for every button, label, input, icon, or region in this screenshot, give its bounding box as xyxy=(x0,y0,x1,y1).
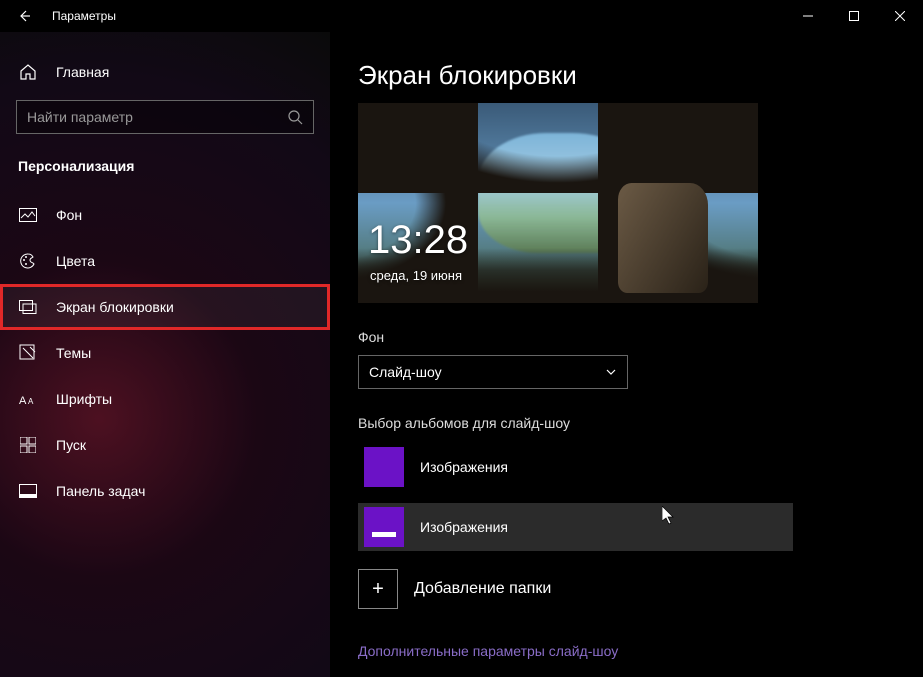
search-icon xyxy=(287,109,303,125)
background-label: Фон xyxy=(358,329,923,345)
sidebar-item-lockscreen[interactable]: Экран блокировки xyxy=(0,284,330,330)
sidebar-item-fonts[interactable]: AA Шрифты xyxy=(0,376,330,422)
back-button[interactable] xyxy=(0,0,48,32)
lockscreen-preview: 13:28 среда, 19 июня xyxy=(358,103,758,303)
album-name: Изображения xyxy=(420,519,508,535)
add-folder-button[interactable]: + Добавление папки xyxy=(358,565,923,613)
search-box[interactable] xyxy=(16,100,314,134)
titlebar: Параметры xyxy=(0,0,923,32)
preview-time: 13:28 xyxy=(368,218,468,263)
sidebar-item-label: Темы xyxy=(56,345,91,361)
sidebar-item-label: Шрифты xyxy=(56,391,112,407)
main-panel: Экран блокировки 13:28 среда, 19 июня Фо… xyxy=(330,32,923,677)
home-icon xyxy=(18,63,38,81)
window-title: Параметры xyxy=(52,9,116,23)
minimize-button[interactable] xyxy=(785,0,831,32)
sidebar-item-label: Пуск xyxy=(56,437,86,453)
maximize-button[interactable] xyxy=(831,0,877,32)
background-dropdown[interactable]: Слайд-шоу xyxy=(358,355,628,389)
sidebar-item-background[interactable]: Фон xyxy=(0,192,330,238)
svg-text:A: A xyxy=(19,395,27,406)
sidebar-item-label: Экран блокировки xyxy=(56,299,174,315)
album-item[interactable]: Изображения xyxy=(358,443,923,491)
sidebar-section-label: Персонализация xyxy=(18,158,330,174)
fonts-icon: AA xyxy=(18,392,38,406)
album-thumb-icon xyxy=(364,507,404,547)
sidebar-item-taskbar[interactable]: Панель задач xyxy=(0,468,330,514)
taskbar-icon xyxy=(18,484,38,498)
page-title: Экран блокировки xyxy=(358,60,923,91)
album-name: Изображения xyxy=(420,459,508,475)
close-button[interactable] xyxy=(877,0,923,32)
lockscreen-icon xyxy=(18,300,38,314)
sidebar-home-label: Главная xyxy=(56,64,109,80)
preview-date: среда, 19 июня xyxy=(370,268,462,283)
chevron-down-icon xyxy=(605,366,617,378)
more-params-link[interactable]: Дополнительные параметры слайд-шоу xyxy=(358,643,923,659)
plus-icon: + xyxy=(358,569,398,609)
sidebar-home[interactable]: Главная xyxy=(0,52,330,92)
minimize-icon xyxy=(803,11,813,21)
album-item[interactable]: Изображения xyxy=(358,503,793,551)
palette-icon xyxy=(18,252,38,270)
sidebar-item-label: Панель задач xyxy=(56,483,145,499)
sidebar-item-colors[interactable]: Цвета xyxy=(0,238,330,284)
album-section-label: Выбор альбомов для слайд-шоу xyxy=(358,415,923,431)
add-folder-label: Добавление папки xyxy=(414,580,551,598)
close-icon xyxy=(895,11,905,21)
start-icon xyxy=(18,437,38,453)
sidebar: Главная Персонализация Фон Цвета Экран б… xyxy=(0,32,330,677)
maximize-icon xyxy=(849,11,859,21)
arrow-left-icon xyxy=(16,8,32,24)
picture-icon xyxy=(18,208,38,222)
sidebar-item-start[interactable]: Пуск xyxy=(0,422,330,468)
search-input[interactable] xyxy=(27,109,303,125)
album-thumb-icon xyxy=(364,447,404,487)
sidebar-item-themes[interactable]: Темы xyxy=(0,330,330,376)
svg-text:A: A xyxy=(28,397,34,406)
sidebar-item-label: Цвета xyxy=(56,253,95,269)
sidebar-item-label: Фон xyxy=(56,207,82,223)
window-controls xyxy=(785,0,923,32)
themes-icon xyxy=(18,344,38,362)
dropdown-value: Слайд-шоу xyxy=(369,364,442,380)
